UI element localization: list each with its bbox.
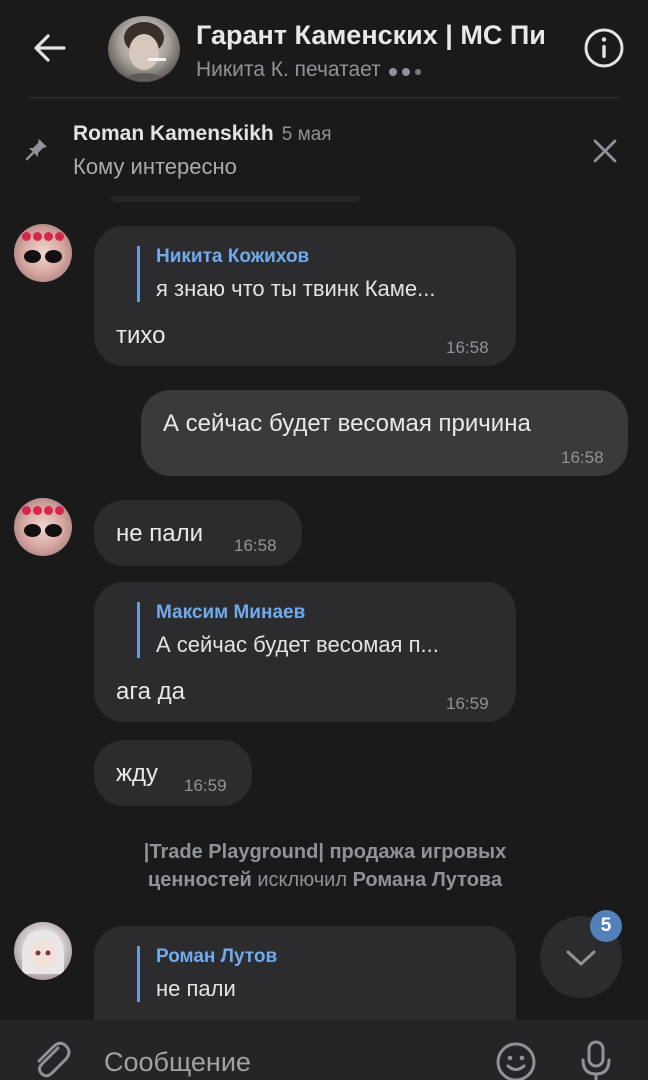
reply-author: Роман Лутов bbox=[156, 946, 278, 967]
message-bubble[interactable]: Максим Минаев А сейчас будет весомая п..… bbox=[94, 582, 516, 722]
reply-text: не пали bbox=[156, 976, 236, 1001]
reply-quote[interactable]: Никита Кожихов я знаю что ты твинк Каме.… bbox=[137, 246, 435, 302]
pin-icon bbox=[24, 136, 50, 162]
message-time: 16:59 bbox=[446, 694, 489, 713]
arrow-left-icon bbox=[34, 34, 66, 62]
pinned-message[interactable]: Roman Kamenskikh 5 мая Кому интересно bbox=[0, 98, 648, 200]
message-edge bbox=[110, 196, 360, 202]
message-input[interactable] bbox=[104, 1044, 404, 1080]
pinned-text: Кому интересно bbox=[73, 154, 237, 179]
reply-text: я знаю что ты твинк Каме... bbox=[156, 276, 436, 301]
microphone-icon bbox=[581, 1040, 611, 1080]
pinned-author-name: Roman Kamenskikh bbox=[73, 122, 274, 145]
message-text: ага да bbox=[116, 678, 185, 705]
avatar[interactable] bbox=[14, 224, 72, 282]
close-pinned-button[interactable] bbox=[588, 134, 622, 168]
close-icon bbox=[593, 139, 617, 163]
reply-text: А сейчас будет весомая п... bbox=[156, 632, 439, 657]
message-bubble[interactable]: Никита Кожихов я знаю что ты твинк Каме.… bbox=[94, 226, 516, 366]
message-time: 16:58 bbox=[561, 448, 604, 467]
message-text: не пали bbox=[116, 520, 204, 547]
message-text: жду bbox=[116, 760, 159, 787]
typing-dots-icon bbox=[388, 68, 421, 76]
back-button[interactable] bbox=[28, 26, 72, 70]
info-button[interactable] bbox=[582, 26, 626, 70]
message-text: тихо bbox=[116, 322, 166, 349]
message-time: 16:59 bbox=[184, 776, 227, 795]
service-target[interactable]: Романа Лутова bbox=[353, 869, 503, 891]
avatar[interactable] bbox=[14, 922, 72, 980]
message-bubble[interactable]: не пали 16:58 bbox=[94, 500, 302, 566]
chat-title[interactable]: Гарант Каменских | МС Пи bbox=[196, 20, 558, 51]
typing-status-text: Никита К. печатает bbox=[196, 58, 381, 81]
unread-count-badge: 5 bbox=[590, 910, 622, 942]
pinned-date: 5 мая bbox=[281, 124, 332, 145]
reply-quote[interactable]: Роман Лутов не пали bbox=[137, 946, 277, 1002]
chat-header: Гарант Каменских | МС Пи Никита К. печат… bbox=[0, 0, 648, 98]
avatar-portrait-icon bbox=[118, 22, 170, 82]
message-time: 16:58 bbox=[446, 338, 489, 357]
avatar[interactable] bbox=[14, 498, 72, 556]
info-icon bbox=[584, 28, 624, 68]
reply-quote[interactable]: Максим Минаев А сейчас будет весомая п..… bbox=[137, 602, 439, 658]
avatar-portrait-icon bbox=[22, 930, 64, 974]
voice-message-button[interactable] bbox=[576, 1038, 616, 1080]
typing-status: Никита К. печатает bbox=[196, 58, 421, 82]
message-bubble-outgoing[interactable]: А сейчас будет весомая причина 16:58 bbox=[141, 390, 628, 476]
message-text: А сейчас будет весомая причина bbox=[163, 410, 531, 437]
reply-author: Максим Минаев bbox=[156, 602, 306, 623]
service-action: исключил bbox=[257, 869, 347, 891]
smile-icon bbox=[496, 1042, 536, 1080]
reply-author: Никита Кожихов bbox=[156, 246, 310, 267]
service-message: |Trade Playground| продажа игровых ценно… bbox=[100, 838, 550, 894]
chat-avatar[interactable] bbox=[108, 16, 180, 82]
emoji-button[interactable] bbox=[494, 1040, 538, 1080]
message-time: 16:58 bbox=[234, 536, 277, 555]
message-bubble[interactable]: жду 16:59 bbox=[94, 740, 252, 806]
attach-button[interactable] bbox=[28, 1034, 74, 1080]
paperclip-icon bbox=[37, 1041, 71, 1078]
pinned-author: Roman Kamenskikh 5 мая bbox=[73, 122, 332, 146]
